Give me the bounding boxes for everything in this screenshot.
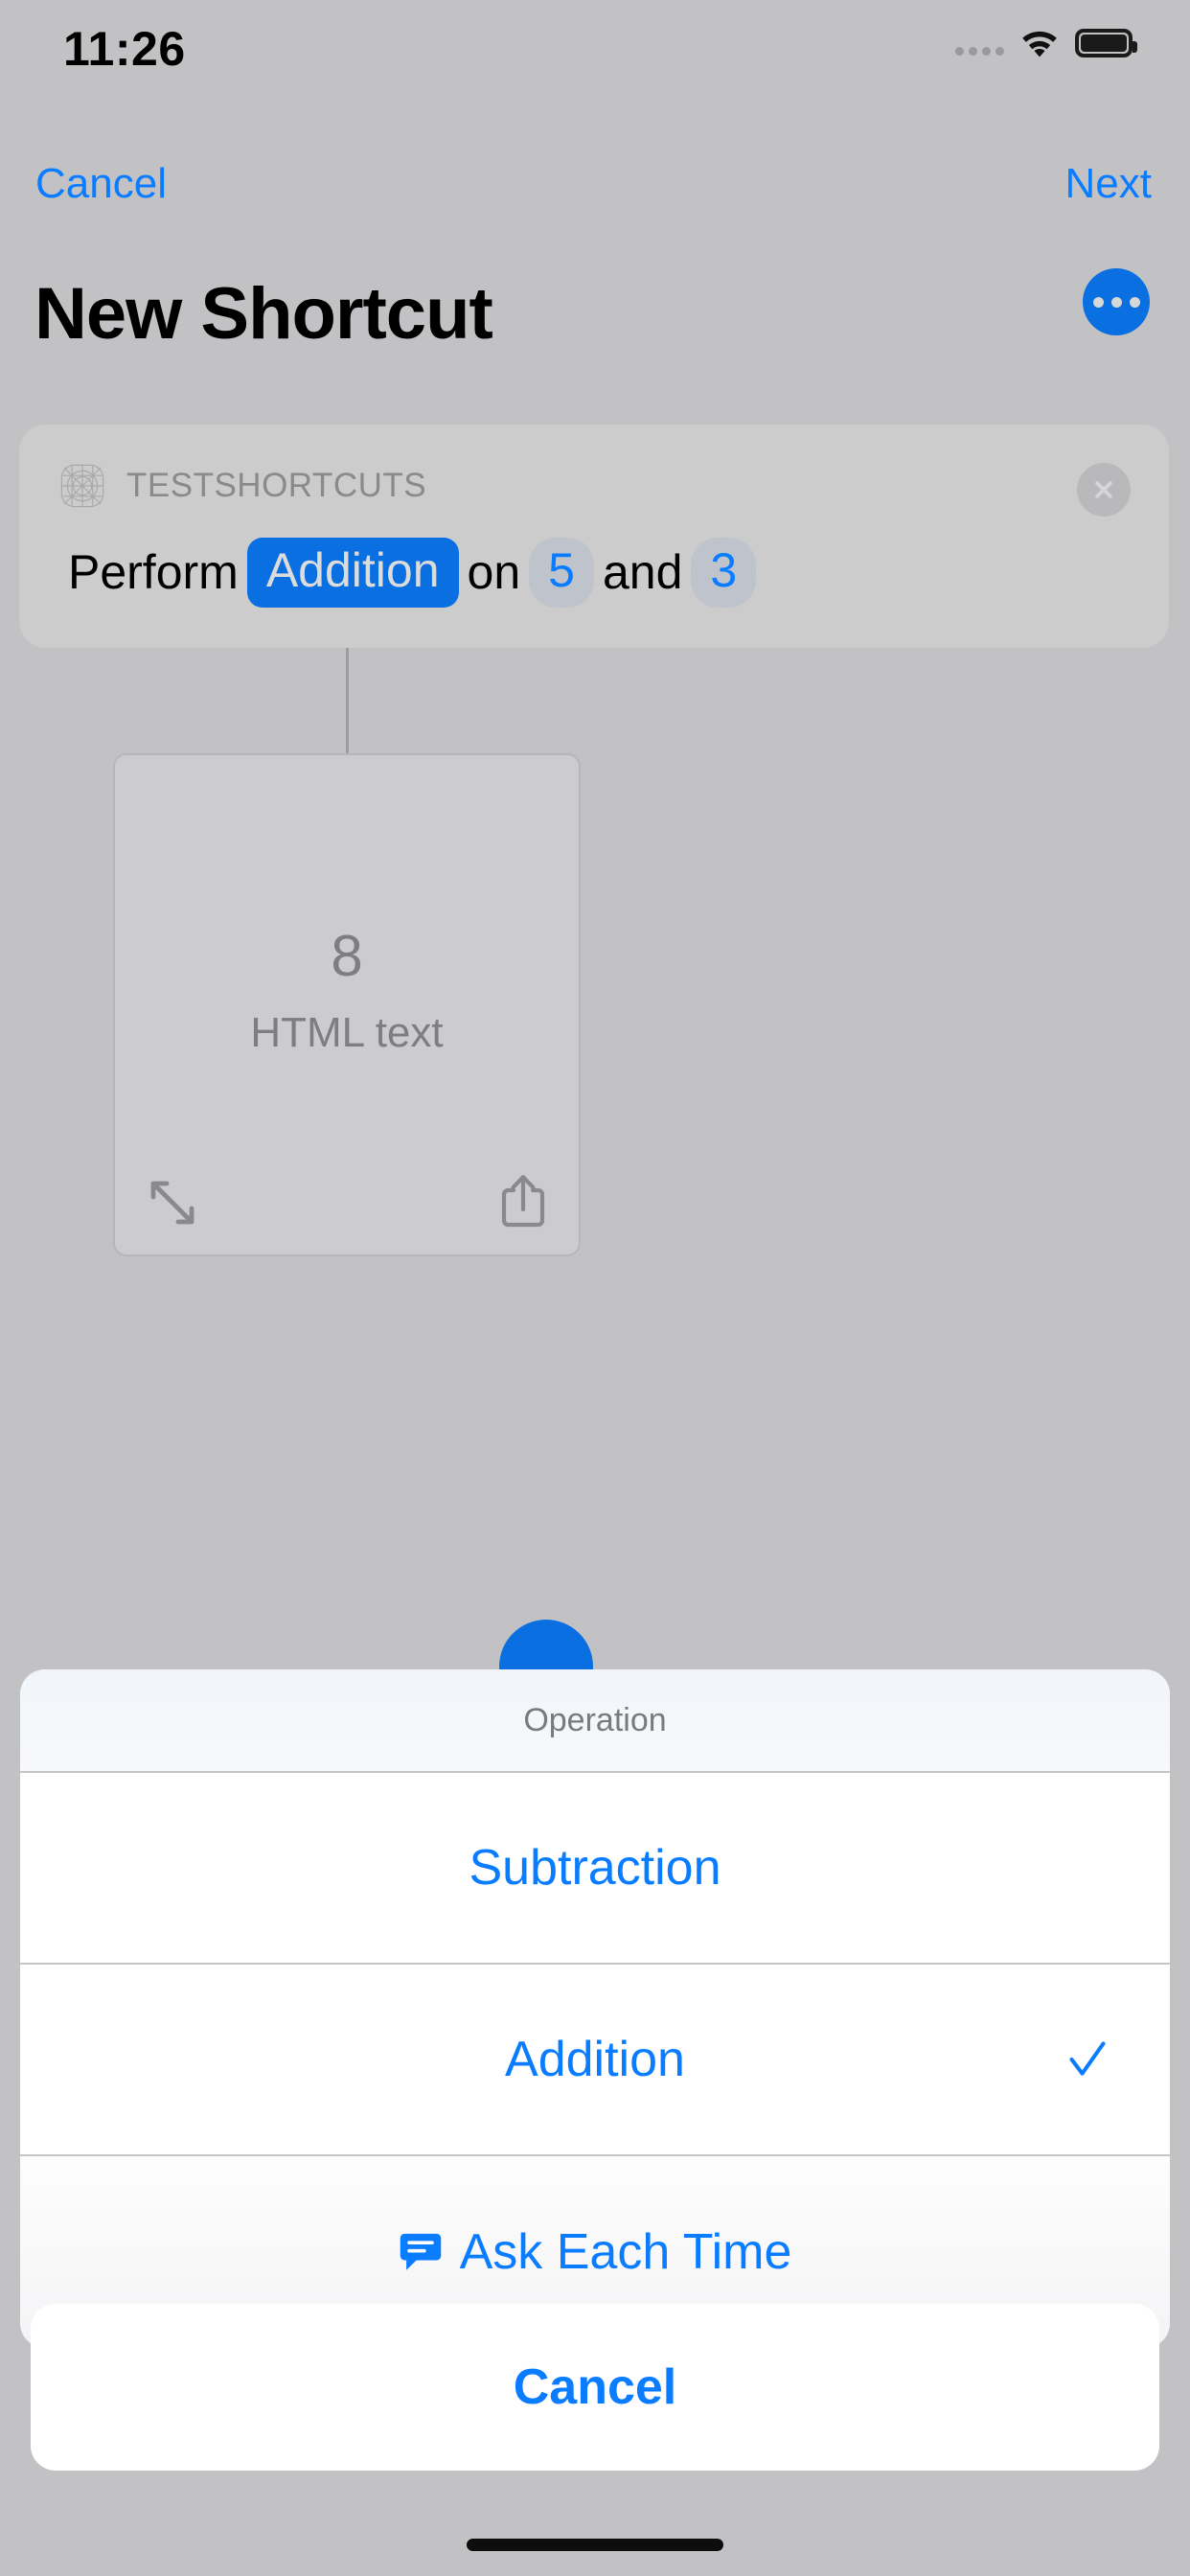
expand-arrows-glyph (150, 1181, 195, 1225)
home-indicator (467, 2539, 723, 2551)
sentence-middle: on (467, 545, 521, 600)
action-connector-line (346, 648, 349, 753)
signal-dots-icon (955, 31, 1004, 56)
preview-result-label: HTML text (250, 1009, 444, 1056)
message-bubble-icon (400, 2233, 441, 2270)
expand-arrows-icon[interactable] (146, 1176, 199, 1230)
option-label: Ask Each Time (459, 2224, 792, 2280)
action-sentence: Perform Addition on 5 and 3 (59, 538, 757, 608)
nav-cancel-button[interactable]: Cancel (35, 163, 167, 205)
action-sheet-option-subtraction[interactable]: Subtraction (20, 1773, 1170, 1965)
battery-full-icon (1075, 29, 1137, 58)
wifi-icon (1022, 31, 1057, 58)
status-bar: 11:26 (0, 0, 1190, 105)
preview-result-value: 8 (331, 924, 363, 988)
action-sheet-title: Operation (20, 1669, 1170, 1773)
option-label: Addition (505, 2032, 685, 2087)
iphone-screen: 11:26 Cancel Next New Shortcut TESTSHORT… (0, 0, 1190, 2576)
option-label: Subtraction (469, 1840, 721, 1896)
placeholder-app-icon (60, 464, 104, 508)
nav-next-button[interactable]: Next (1065, 163, 1152, 205)
close-x-glyph (1095, 481, 1112, 498)
page-title: New Shortcut (34, 273, 493, 355)
operation-pill[interactable]: Addition (246, 538, 459, 608)
result-preview-card[interactable]: 8 HTML text (113, 753, 581, 1256)
operation-action-sheet: Operation Subtraction Addition Ask Each … (20, 1669, 1170, 2348)
sentence-prefix: Perform (68, 545, 239, 600)
sentence-conjunction: and (602, 545, 683, 600)
status-indicators (955, 27, 1137, 59)
checkmark-icon (1066, 2038, 1109, 2081)
close-circle-icon[interactable] (1077, 463, 1131, 517)
more-ellipsis-icon[interactable] (1083, 268, 1150, 335)
share-glyph (501, 1175, 545, 1228)
operand-b-field[interactable]: 3 (691, 538, 757, 608)
share-icon[interactable] (498, 1172, 548, 1230)
action-app-name: TESTSHORTCUTS (126, 467, 427, 504)
operand-a-field[interactable]: 5 (529, 538, 594, 608)
action-sheet-cancel-button[interactable]: Cancel (31, 2304, 1159, 2471)
action-card[interactable]: TESTSHORTCUTS Perform Addition on 5 and … (19, 425, 1169, 648)
checkmark-glyph (1069, 2041, 1106, 2076)
status-time: 11:26 (63, 22, 186, 76)
action-app-row: TESTSHORTCUTS (59, 463, 426, 509)
action-sheet-option-addition[interactable]: Addition (20, 1965, 1170, 2156)
